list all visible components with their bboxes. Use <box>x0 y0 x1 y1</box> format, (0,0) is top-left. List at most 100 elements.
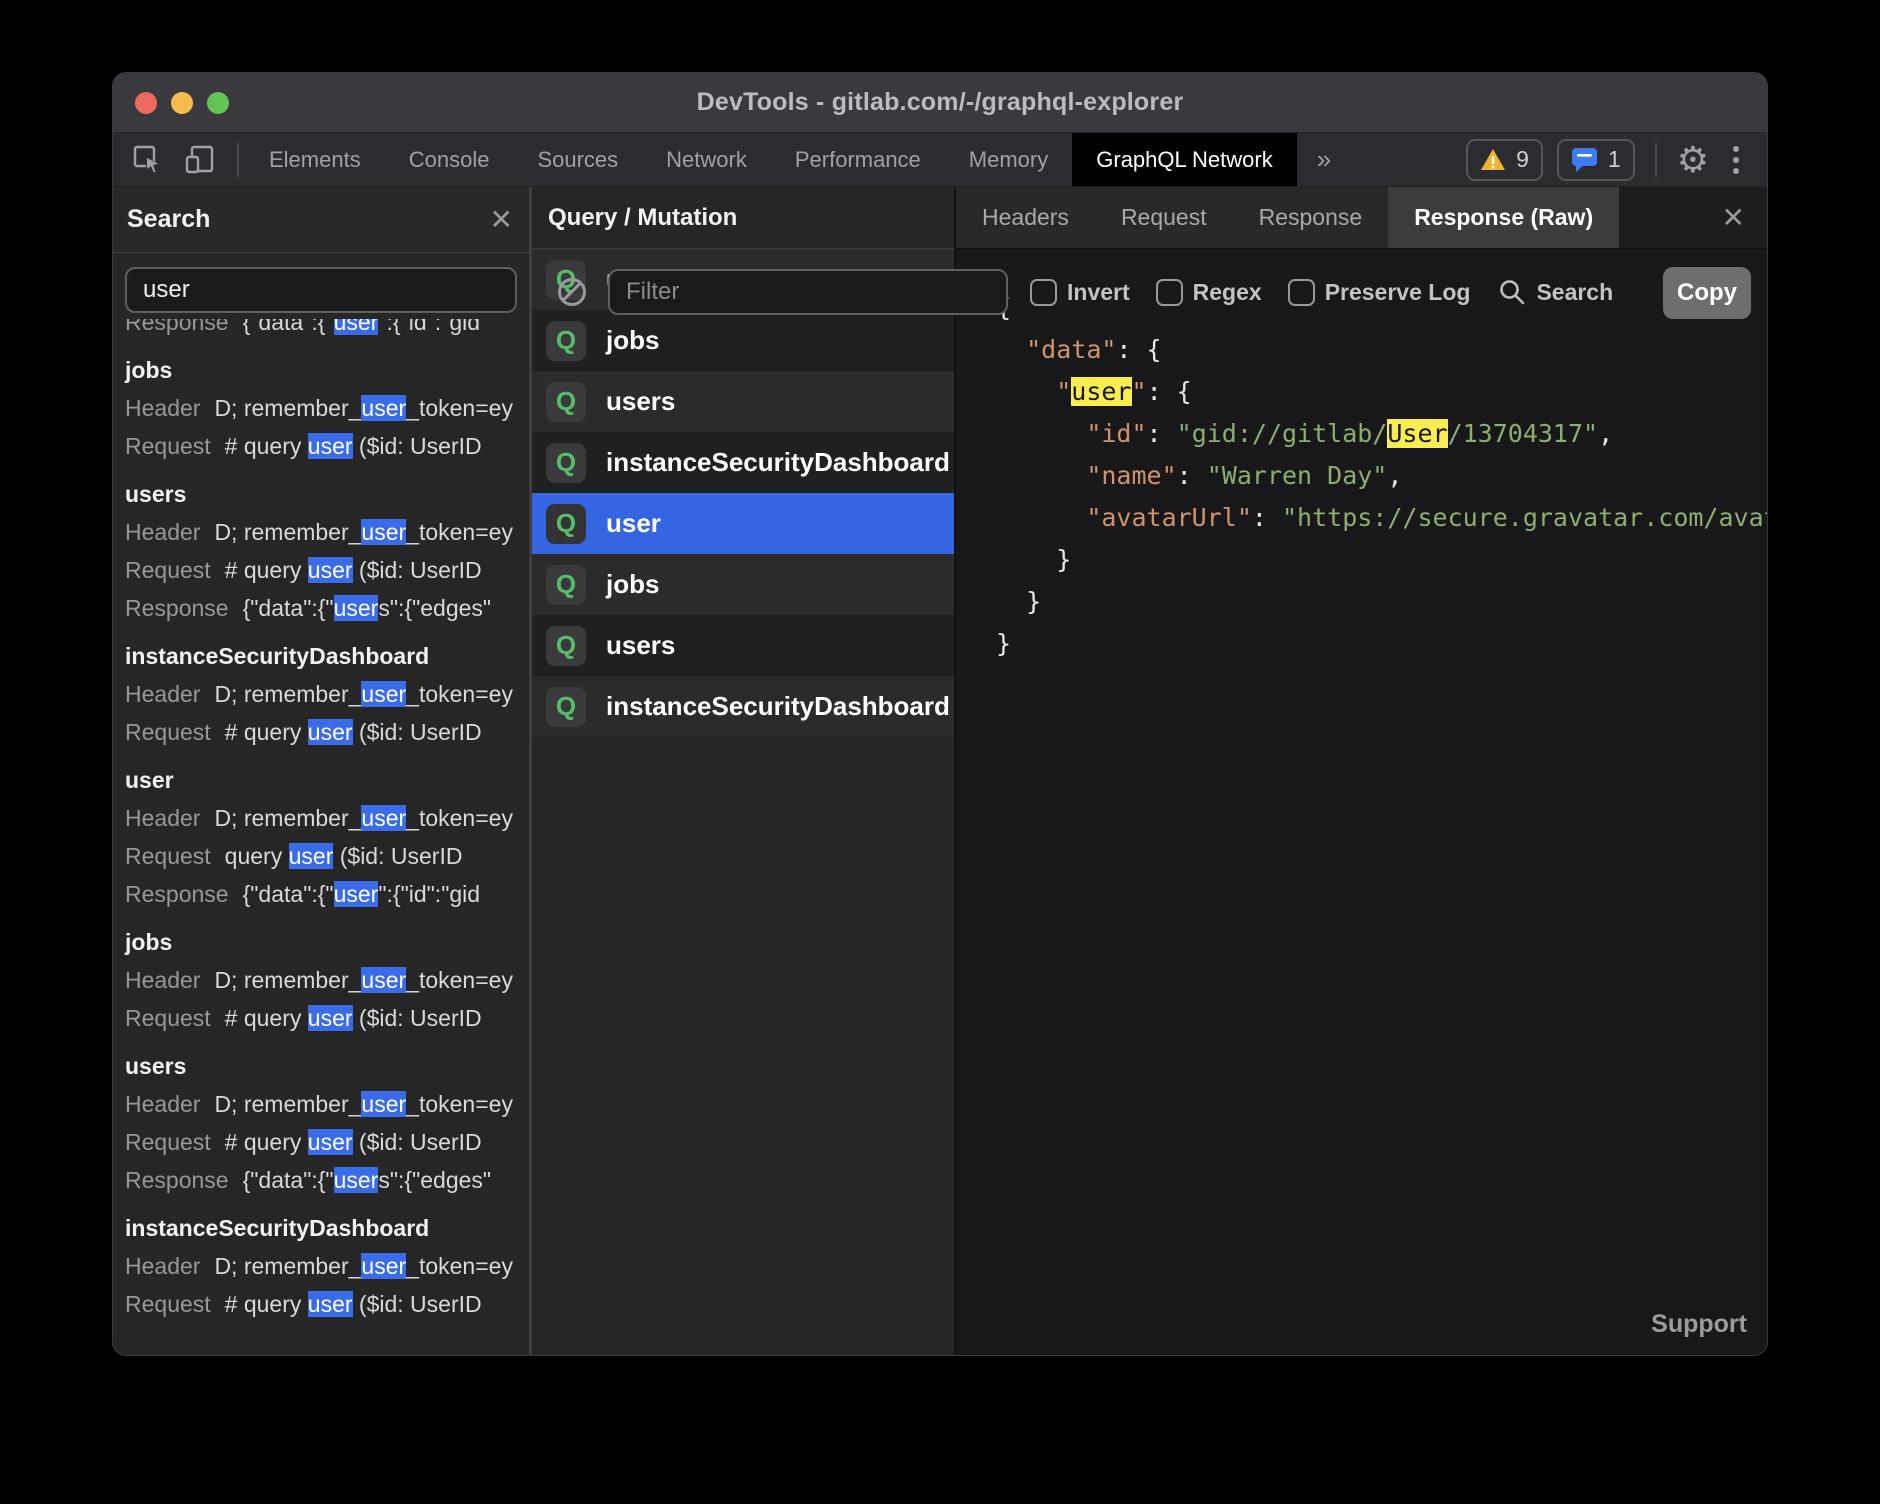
title-bar: DevTools - gitlab.com/-/graphql-explorer <box>113 73 1767 133</box>
query-type-badge: Q <box>546 687 586 727</box>
detail-panel: HeadersRequestResponseResponse (Raw) ✕ C… <box>956 187 1767 1355</box>
search-result-section: usersHeaderD; remember_user_token=eyRequ… <box>125 475 529 627</box>
match-highlight: user <box>334 319 379 335</box>
result-text: # query <box>225 1129 308 1155</box>
devtools-tab-graphql-network[interactable]: GraphQL Network <box>1072 133 1296 186</box>
result-text: # query <box>225 1291 308 1317</box>
devtools-tab-performance[interactable]: Performance <box>771 133 945 186</box>
result-text: _token=ey <box>406 1091 513 1117</box>
search-result-title[interactable]: instanceSecurityDashboard <box>125 637 529 675</box>
search-result-line[interactable]: HeaderD; remember_user_token=ey <box>125 1247 529 1285</box>
search-result-line[interactable]: Requestquery user ($id: UserID <box>125 837 529 875</box>
query-item-users[interactable]: Qusers <box>532 615 954 676</box>
checkbox-box[interactable] <box>1156 279 1183 306</box>
minimize-window-button[interactable] <box>171 92 193 114</box>
search-result-title[interactable]: jobs <box>125 351 529 389</box>
devtools-tab-memory[interactable]: Memory <box>945 133 1072 186</box>
json-token: , <box>1387 461 1402 490</box>
result-text: ($id: UserID <box>353 1129 482 1155</box>
result-line-label: Request <box>125 1005 211 1031</box>
filter-input[interactable] <box>608 269 1008 315</box>
search-result-line[interactable]: HeaderD; remember_user_token=ey <box>125 1085 529 1123</box>
checkbox-invert[interactable]: Invert <box>1030 279 1130 306</box>
json-token: : <box>1177 461 1207 490</box>
devtools-tab-network[interactable]: Network <box>642 133 771 186</box>
result-text: _token=ey <box>406 805 513 831</box>
detail-tab-response[interactable]: Response <box>1233 187 1389 248</box>
search-result-line[interactable]: Response{"data":{"user":{"id":"gid <box>125 319 529 341</box>
checkbox-regex[interactable]: Regex <box>1156 279 1262 306</box>
search-match-highlight: user <box>1071 377 1131 406</box>
json-token: "avatarUrl" <box>1086 503 1252 532</box>
query-item-instanceSecurityDashboard[interactable]: QinstanceSecurityDashboard <box>532 432 954 493</box>
warnings-badge[interactable]: 9 <box>1466 139 1543 181</box>
search-panel-title: Search <box>127 205 210 234</box>
close-window-button[interactable] <box>135 92 157 114</box>
json-token: : { <box>1147 377 1192 406</box>
search-result-line[interactable]: HeaderD; remember_user_token=ey <box>125 799 529 837</box>
search-result-line[interactable]: Request# query user ($id: UserID <box>125 551 529 589</box>
search-result-line[interactable]: Request# query user ($id: UserID <box>125 427 529 465</box>
json-token: /13704317" <box>1448 419 1599 448</box>
checkbox-preserve-log[interactable]: Preserve Log <box>1288 279 1471 306</box>
clear-filter-icon[interactable] <box>558 278 586 306</box>
search-result-line[interactable]: HeaderD; remember_user_token=ey <box>125 513 529 551</box>
close-detail-panel-icon[interactable]: ✕ <box>1722 204 1767 232</box>
search-result-line[interactable]: Request# query user ($id: UserID <box>125 713 529 751</box>
json-line: } <box>996 539 1767 581</box>
search-result-line[interactable]: Request# query user ($id: UserID <box>125 999 529 1037</box>
checkbox-box[interactable] <box>1288 279 1315 306</box>
match-highlight: user <box>308 557 353 583</box>
search-result-line[interactable]: Request# query user ($id: UserID <box>125 1123 529 1161</box>
json-token: "gid://gitlab/ <box>1177 419 1388 448</box>
search-result-title[interactable]: user <box>125 761 529 799</box>
devtools-tab-console[interactable]: Console <box>385 133 514 186</box>
checkbox-box[interactable] <box>1030 279 1057 306</box>
checkbox-label: Invert <box>1067 279 1130 306</box>
query-item-instanceSecurityDashboard[interactable]: QinstanceSecurityDashboard <box>532 676 954 737</box>
query-item-jobs[interactable]: Qjobs <box>532 554 954 615</box>
search-result-line[interactable]: HeaderD; remember_user_token=ey <box>125 675 529 713</box>
search-result-title[interactable]: users <box>125 475 529 513</box>
json-token: "id" <box>1086 419 1146 448</box>
query-list-panel: Query / Mutation QuserQjobsQusersQinstan… <box>532 187 956 1355</box>
match-highlight: user <box>334 881 379 907</box>
search-result-title[interactable]: jobs <box>125 923 529 961</box>
issues-badge[interactable]: 1 <box>1557 139 1635 181</box>
result-line-label: Response <box>125 881 229 907</box>
result-text: {"data":{" <box>243 881 334 907</box>
settings-gear-icon[interactable]: ⚙ <box>1677 142 1709 178</box>
query-item-user[interactable]: Quser <box>532 493 954 554</box>
detail-tab-headers[interactable]: Headers <box>956 187 1095 248</box>
search-result-line[interactable]: Response{"data":{"users":{"edges" <box>125 589 529 627</box>
support-link[interactable]: Support <box>1651 1310 1747 1339</box>
detail-tab-request[interactable]: Request <box>1095 187 1233 248</box>
more-tabs-chevron-icon[interactable]: » <box>1297 133 1351 186</box>
search-result-line[interactable]: HeaderD; remember_user_token=ey <box>125 961 529 999</box>
query-item-users[interactable]: Qusers <box>532 371 954 432</box>
device-toolbar-icon[interactable] <box>181 141 219 179</box>
search-result-line[interactable]: Response{"data":{"users":{"edges" <box>125 1161 529 1199</box>
search-command[interactable]: Search <box>1498 278 1613 306</box>
devtools-toolbar: ElementsConsoleSourcesNetworkPerformance… <box>113 133 1767 187</box>
search-input[interactable] <box>125 267 517 313</box>
json-token: : <box>1147 419 1177 448</box>
detail-tab-response-raw[interactable]: Response (Raw) <box>1388 187 1619 248</box>
json-token <box>996 335 1026 364</box>
devtools-tab-sources[interactable]: Sources <box>513 133 642 186</box>
match-highlight: user <box>308 719 353 745</box>
zoom-window-button[interactable] <box>207 92 229 114</box>
search-result-title[interactable]: users <box>125 1047 529 1085</box>
search-result-section: instanceSecurityDashboardHeaderD; rememb… <box>125 637 529 751</box>
customize-menu-icon[interactable] <box>1723 146 1749 174</box>
result-text: # query <box>225 557 308 583</box>
search-result-line[interactable]: Response{"data":{"user":{"id":"gid <box>125 875 529 913</box>
close-search-panel-icon[interactable]: ✕ <box>490 206 513 234</box>
query-item-label: instanceSecurityDashboard <box>606 691 950 722</box>
inspect-element-icon[interactable] <box>129 141 167 179</box>
search-result-line[interactable]: Request# query user ($id: UserID <box>125 1285 529 1323</box>
window-title: DevTools - gitlab.com/-/graphql-explorer <box>697 88 1184 117</box>
search-result-title[interactable]: instanceSecurityDashboard <box>125 1209 529 1247</box>
devtools-tab-elements[interactable]: Elements <box>245 133 385 186</box>
search-result-line[interactable]: HeaderD; remember_user_token=ey <box>125 389 529 427</box>
